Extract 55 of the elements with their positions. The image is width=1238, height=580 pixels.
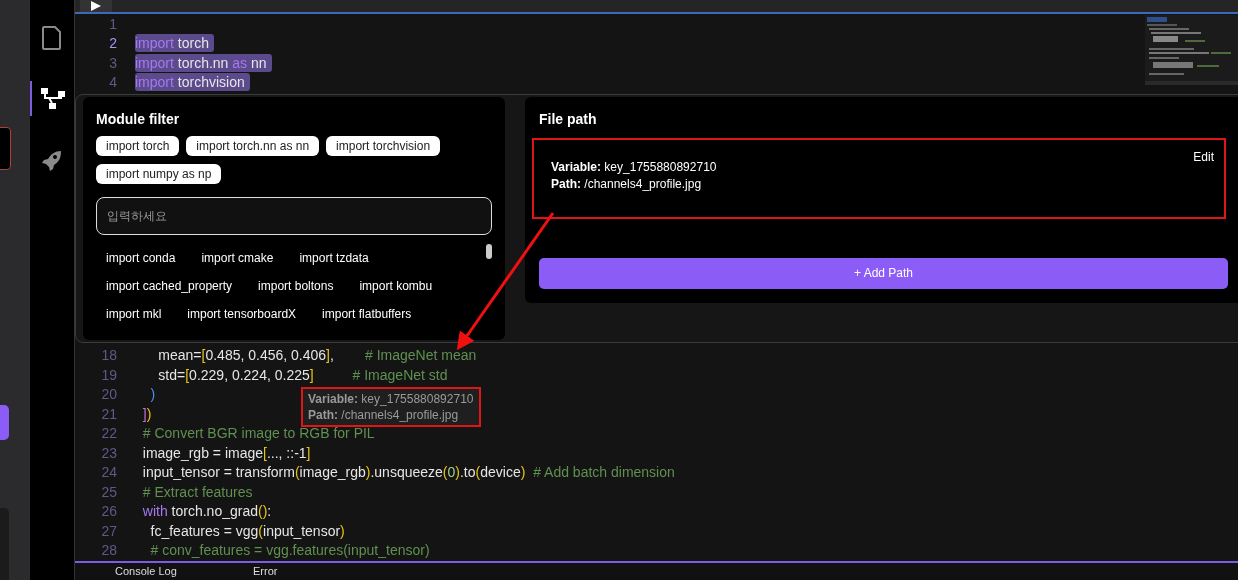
code-line: image_rgb = image[..., ::-1] xyxy=(141,443,312,462)
tooltip-text: Path: /channels4_profile.jpg xyxy=(308,407,460,423)
module-suggestion[interactable]: import cmake xyxy=(201,251,274,265)
line-number: 23 xyxy=(100,444,117,461)
line-number: 21 xyxy=(100,405,117,422)
code-line: # Convert BGR image to RGB for PIL xyxy=(141,424,376,443)
module-chip[interactable]: import numpy as np xyxy=(96,164,222,184)
module-suggestion[interactable]: import flatbuffers xyxy=(322,307,412,321)
line-number: 1 xyxy=(108,15,117,32)
module-chip[interactable]: import torch.nn as nn xyxy=(186,136,320,156)
file-icon xyxy=(42,25,62,50)
code-line: ]) xyxy=(141,404,153,423)
line-number: 24 xyxy=(100,464,117,481)
module-suggestion[interactable]: import cached_property xyxy=(106,279,233,293)
path-entry-text: Variable: key_1755880892710 xyxy=(551,160,717,174)
line-number: 20 xyxy=(100,386,117,403)
module-suggestion[interactable]: import tensorboardX xyxy=(187,307,297,321)
module-suggestion[interactable]: import tzdata xyxy=(299,251,369,265)
module-chip[interactable]: import torch xyxy=(96,136,180,156)
panel-tab[interactable]: Error xyxy=(213,563,351,580)
tooltip-text: Variable: key_1755880892710 xyxy=(308,391,474,407)
edit-link[interactable]: Edit xyxy=(1193,150,1214,217)
line-number: 19 xyxy=(100,366,117,383)
panel-tab[interactable]: Console Log xyxy=(75,563,213,580)
line-number: 27 xyxy=(100,522,117,539)
tree-icon xyxy=(41,87,65,110)
panel-title: Module filter xyxy=(96,111,181,127)
search-field[interactable]: 입력하세요 xyxy=(96,197,492,235)
code-line: mean=[0.485, 0.456, 0.406], # ImageNet mean xyxy=(157,346,478,365)
line-number: 28 xyxy=(100,542,117,559)
line-number: 2 xyxy=(108,35,117,52)
line-number: 25 xyxy=(100,483,117,500)
code-line: std=[0.229, 0.224, 0.225] # ImageNet std xyxy=(157,365,449,384)
add-path-button[interactable]: + Add Path xyxy=(539,257,1228,289)
code-line: # conv_features = vgg.features(input_tensor) xyxy=(149,541,431,560)
panel-title: File path xyxy=(539,111,598,127)
module-suggestion[interactable]: import kombu xyxy=(359,279,433,293)
line-number: 3 xyxy=(108,54,117,71)
line-number: 22 xyxy=(100,425,117,442)
run-tab[interactable] xyxy=(80,0,112,12)
rocket-icon xyxy=(41,148,63,171)
module-chip[interactable]: import torchvision xyxy=(326,136,441,156)
module-suggestion[interactable]: import mkl xyxy=(106,307,162,321)
line-number: 4 xyxy=(108,74,117,91)
path-entry-text: Path: /channels4_profile.jpg xyxy=(551,177,703,191)
code-line: # Extract features xyxy=(141,482,254,501)
code-line: input_tensor = transform(image_rgb).unsqueeze(0).to(device) # Add batch dimension xyxy=(141,463,676,482)
code-line: ) xyxy=(149,385,157,404)
line-number: 26 xyxy=(100,503,117,520)
code-line: fc_features = vgg(input_tensor) xyxy=(149,521,346,540)
module-suggestion[interactable]: import boltons xyxy=(258,279,334,293)
line-number: 18 xyxy=(100,347,117,364)
code-line: with torch.no_grad(): xyxy=(141,502,273,521)
module-suggestion[interactable]: import conda xyxy=(106,251,176,265)
scrollbar-thumb[interactable] xyxy=(486,244,492,259)
